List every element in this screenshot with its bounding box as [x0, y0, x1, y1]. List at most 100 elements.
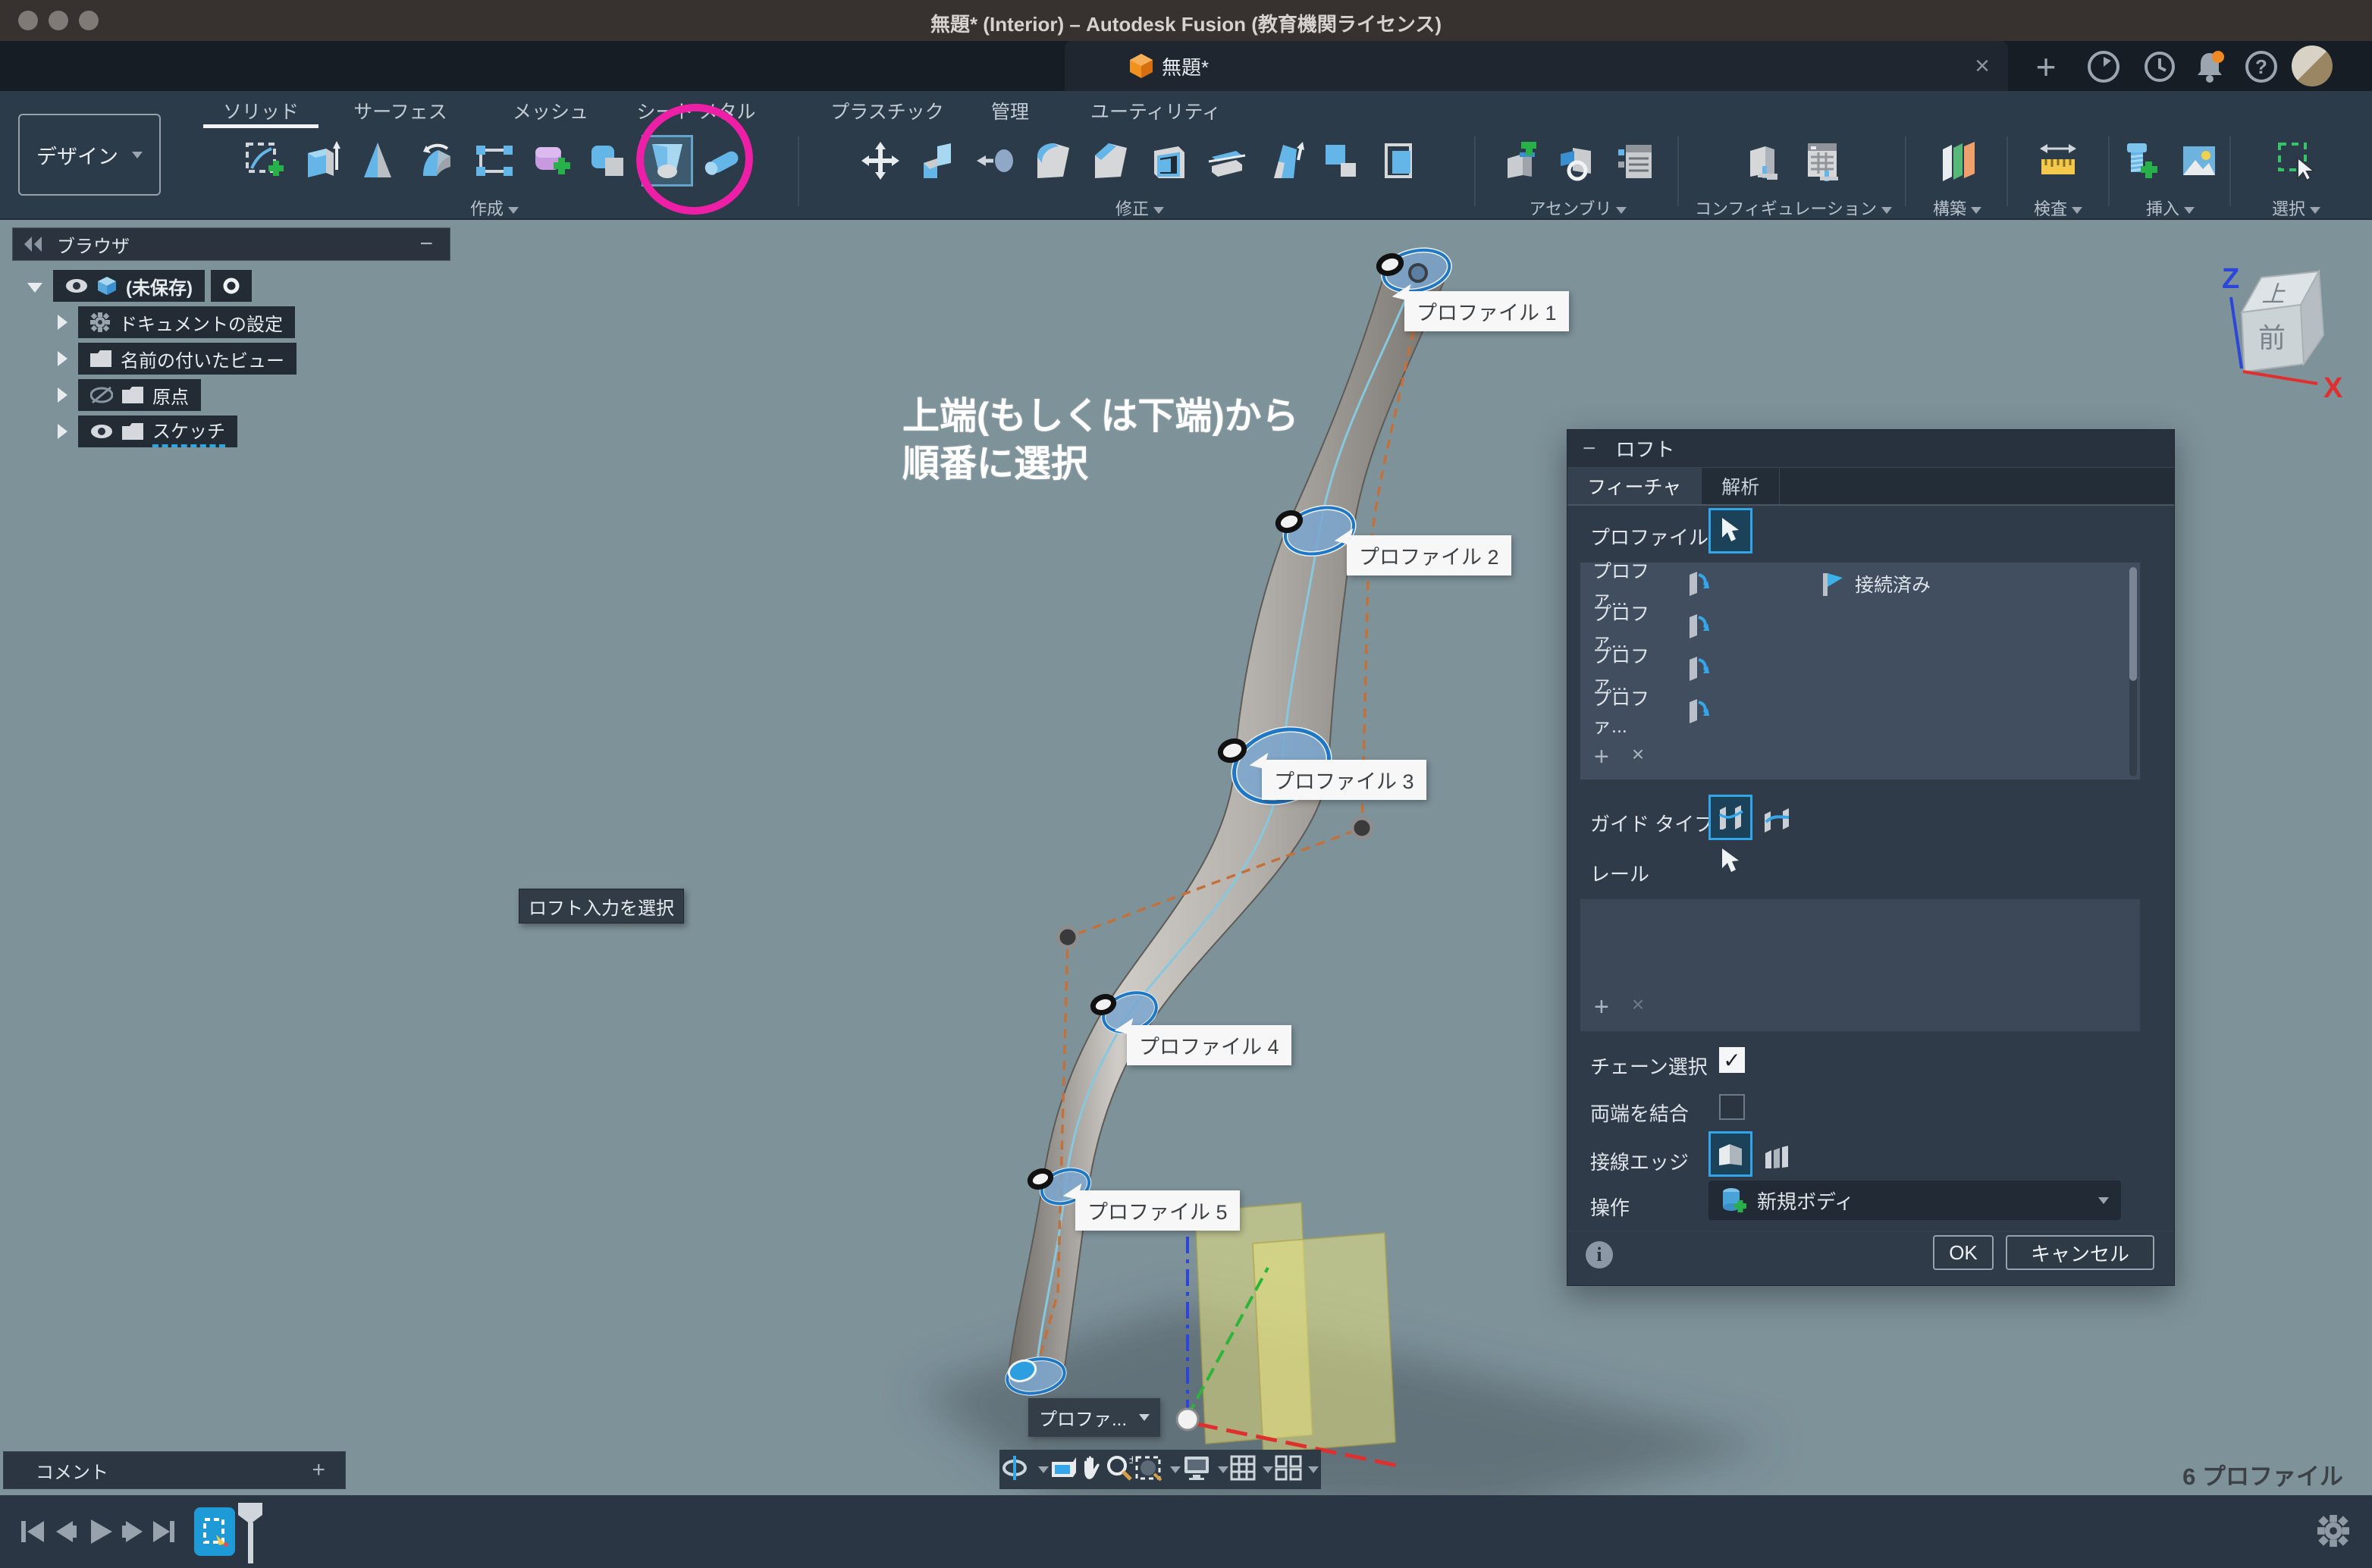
tab-analysis[interactable]: 解析	[1702, 468, 1780, 504]
insert-fastener-icon[interactable]	[2118, 137, 2165, 184]
browser-root-row[interactable]: (未保存)	[27, 270, 252, 302]
rail-select-cursor-icon[interactable]	[1721, 848, 1740, 880]
group-label-construct[interactable]: 構築	[1911, 196, 2003, 220]
replace-face-icon[interactable]	[1376, 137, 1423, 184]
guide-type-centerline-button[interactable]	[1757, 800, 1796, 841]
loft-icon[interactable]	[644, 137, 691, 184]
tab-feature[interactable]: フィーチャ	[1567, 468, 1702, 504]
viewports-dropdown-caret[interactable]	[1308, 1466, 1319, 1473]
ribbon-tab-solid[interactable]: ソリッド	[223, 97, 299, 124]
press-pull-icon[interactable]	[915, 137, 962, 184]
viewcube[interactable]: 上 前 Z X	[2222, 263, 2343, 404]
viewports-icon[interactable]	[1275, 1455, 1302, 1485]
create-form-icon[interactable]	[529, 137, 576, 184]
orbit-icon[interactable]	[1001, 1454, 1031, 1485]
group-label-select[interactable]: 選択	[2236, 196, 2357, 220]
construction-plane-2[interactable]	[1253, 1233, 1395, 1453]
flip-direction-icon[interactable]	[1686, 570, 1709, 597]
profiles-list[interactable]: プロファ... 接続済み プロファ... プロファ... プロファ... + ×	[1580, 562, 2141, 780]
dialog-collapse-icon[interactable]: −	[1583, 436, 1596, 462]
chevron-right-icon[interactable]	[58, 424, 67, 439]
timeline-settings-gear-icon[interactable]	[2317, 1515, 2349, 1551]
loft-dialog-titlebar[interactable]: − ロフト	[1567, 430, 2174, 468]
tangent-edge-merged-button[interactable]	[1711, 1134, 1750, 1174]
new-tab-button[interactable]: +	[2026, 47, 2066, 86]
document-state-badge[interactable]	[211, 270, 252, 302]
timeline-playhead-marker[interactable]	[235, 1501, 265, 1565]
group-label-configuration[interactable]: コンフィギュレーション	[1685, 196, 1902, 220]
flip-direction-icon[interactable]	[1686, 698, 1709, 725]
browser-panel-header[interactable]: ブラウザ −	[12, 227, 450, 261]
browser-item-origin[interactable]: 原点	[58, 379, 201, 411]
extensions-icon[interactable]	[2084, 47, 2123, 86]
look-at-icon[interactable]	[1050, 1456, 1078, 1484]
ribbon-tab-manage[interactable]: 管理	[991, 97, 1029, 124]
flip-direction-icon[interactable]	[1686, 613, 1709, 640]
grid-dropdown-caret[interactable]	[1263, 1466, 1273, 1473]
add-rail-button[interactable]: +	[1594, 993, 1609, 1022]
zoom-icon[interactable]: ±	[1106, 1454, 1133, 1485]
eye-icon[interactable]	[65, 278, 88, 293]
joint-icon[interactable]	[1555, 137, 1602, 184]
zoom-dropdown-caret[interactable]	[1170, 1466, 1181, 1473]
chevron-right-icon[interactable]	[58, 315, 67, 330]
scale-icon[interactable]	[1318, 137, 1365, 184]
profiles-scrollbar[interactable]	[2129, 567, 2137, 776]
browser-item-document-settings[interactable]: ドキュメントの設定	[58, 306, 295, 338]
chain-select-checkbox[interactable]: ✓	[1719, 1047, 1745, 1073]
join-ends-checkbox[interactable]	[1719, 1094, 1745, 1120]
group-label-modify[interactable]: 修正	[805, 196, 1474, 220]
configuration-icon[interactable]	[1741, 137, 1788, 184]
comments-panel-bar[interactable]: コメント +	[3, 1451, 346, 1489]
group-label-insert[interactable]: 挿入	[2114, 196, 2226, 220]
group-label-create[interactable]: 作成	[191, 196, 798, 220]
operation-dropdown[interactable]: 新規ボディ	[1708, 1181, 2121, 1220]
display-settings-icon[interactable]	[1182, 1455, 1211, 1485]
flip-direction-icon[interactable]	[1686, 655, 1709, 682]
tangent-edge-separate-button[interactable]	[1757, 1137, 1796, 1178]
rule-pattern-icon[interactable]	[471, 137, 518, 184]
info-icon[interactable]: i	[1586, 1241, 1613, 1269]
display-dropdown-caret[interactable]	[1218, 1466, 1228, 1473]
chevron-down-icon[interactable]	[27, 283, 42, 293]
measure-icon[interactable]	[2035, 137, 2082, 184]
document-tab[interactable]: 無題* ×	[1065, 41, 2008, 91]
grid-settings-icon[interactable]	[1230, 1455, 1256, 1485]
workspace-selector-button[interactable]: デザイン	[18, 114, 161, 196]
ribbon-tab-utilities[interactable]: ユーティリティ	[1090, 97, 1221, 124]
offset-face-icon[interactable]	[972, 137, 1019, 184]
eye-slash-icon[interactable]	[90, 386, 113, 404]
add-comment-button[interactable]: +	[312, 1457, 325, 1483]
bom-table-icon[interactable]	[1612, 137, 1659, 184]
tab-close-icon[interactable]: ×	[1975, 53, 1990, 79]
profile-1-centerpoint[interactable]	[1410, 265, 1426, 281]
insert-canvas-icon[interactable]	[2176, 137, 2223, 184]
browser-minimize-icon[interactable]: −	[419, 231, 433, 257]
sketch-node-1[interactable]	[1352, 818, 1372, 838]
browser-item-named-views[interactable]: 名前の付いたビュー	[58, 343, 296, 375]
boundary-fill-icon[interactable]	[586, 137, 633, 184]
group-label-assembly[interactable]: アセンブリ	[1480, 196, 1676, 220]
profile-select-button[interactable]	[1711, 510, 1750, 551]
orbit-dropdown-caret[interactable]	[1038, 1466, 1049, 1473]
profile-list-row[interactable]: プロファ...	[1580, 690, 2140, 732]
ok-button[interactable]: OK	[1933, 1235, 1994, 1270]
rails-list-empty[interactable]: + ×	[1580, 898, 2141, 1032]
move-copy-icon[interactable]	[857, 137, 904, 184]
remove-profile-button[interactable]: ×	[1632, 742, 1644, 772]
extrude-icon[interactable]	[298, 137, 345, 184]
split-body-icon[interactable]	[1203, 137, 1250, 184]
profile-6-dropdown-label[interactable]: プロファ...	[1028, 1398, 1160, 1437]
ribbon-tab-plastic[interactable]: プラスチック	[830, 97, 944, 124]
user-avatar[interactable]	[2292, 45, 2333, 86]
pipe-icon[interactable]	[701, 137, 748, 184]
ribbon-tab-sheetmetal[interactable]: シート メタル	[637, 97, 756, 124]
ribbon-tab-mesh[interactable]: メッシュ	[513, 97, 588, 124]
cancel-button[interactable]: キャンセル	[2006, 1235, 2154, 1270]
sketch-node-2[interactable]	[1058, 927, 1078, 947]
chevron-right-icon[interactable]	[58, 387, 67, 403]
select-icon[interactable]	[2273, 137, 2320, 184]
configuration-table-icon[interactable]	[1799, 137, 1846, 184]
browser-item-sketches[interactable]: スケッチ	[58, 416, 237, 447]
new-component-icon[interactable]	[1497, 137, 1544, 184]
